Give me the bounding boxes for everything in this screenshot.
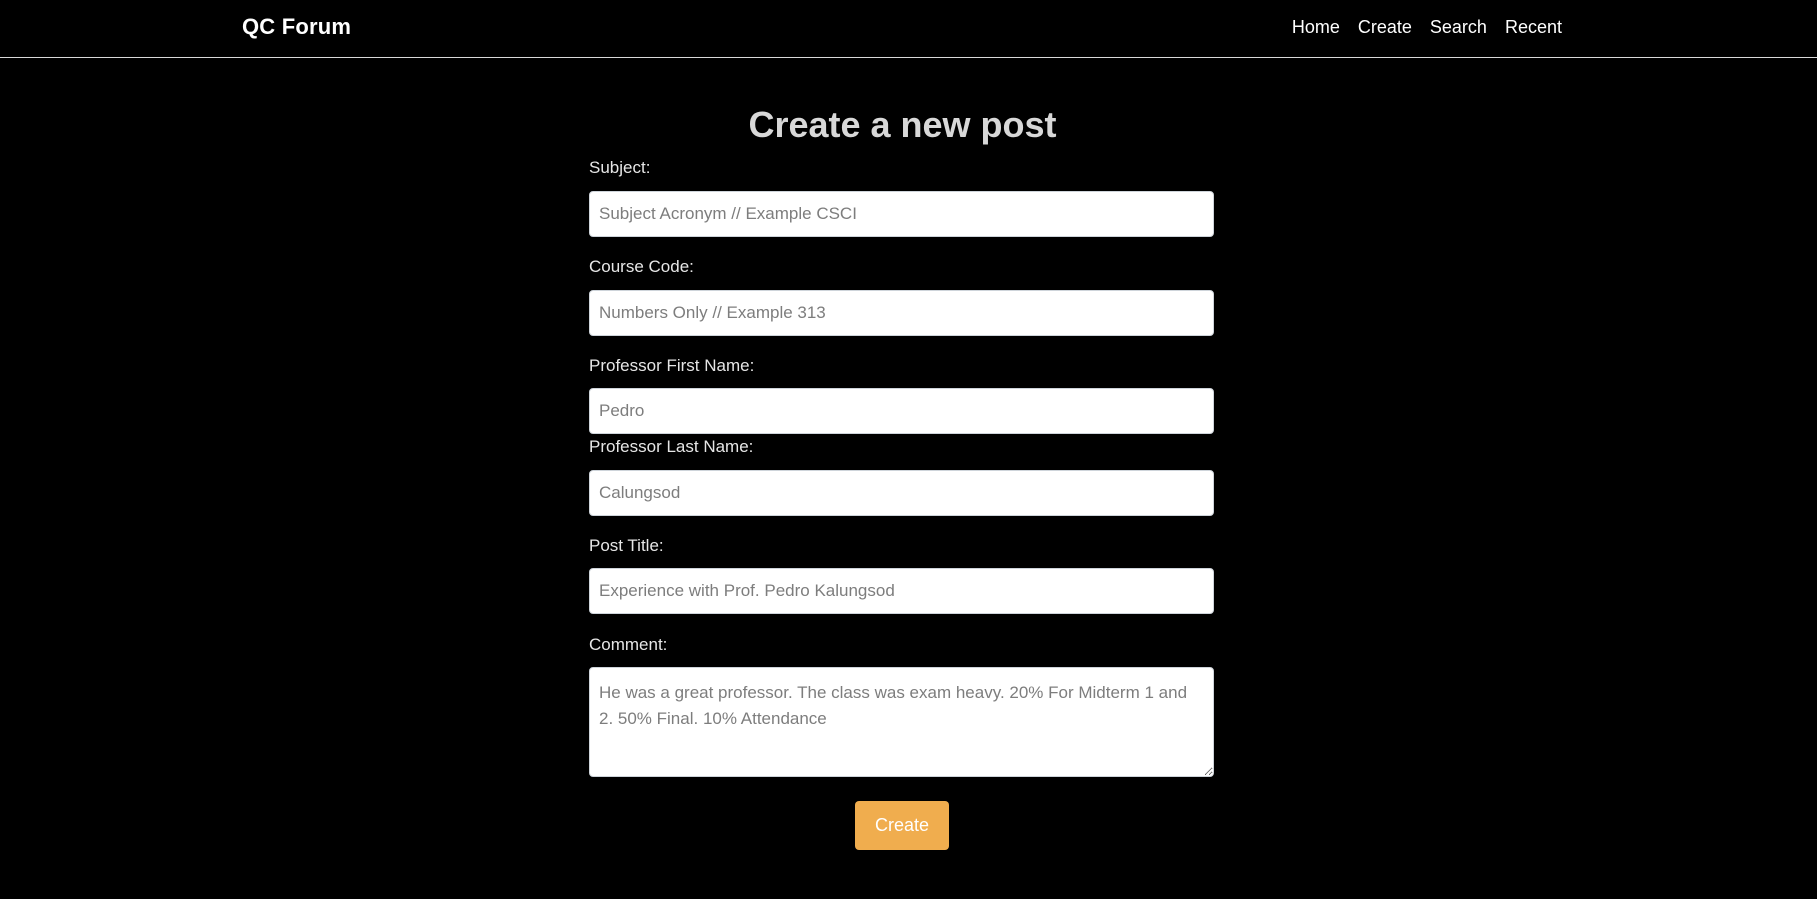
top-navbar: QC Forum Home Create Search Recent (0, 0, 1817, 58)
subject-input[interactable] (589, 191, 1214, 237)
course-code-label: Course Code: (589, 257, 694, 276)
brand-logo-link[interactable]: QC Forum (242, 14, 351, 40)
comment-textarea[interactable] (589, 667, 1214, 777)
subject-label: Subject: (589, 158, 651, 177)
professor-last-name-input[interactable] (589, 470, 1214, 516)
page-title: Create a new post (748, 104, 1057, 145)
create-button[interactable]: Create (855, 801, 949, 850)
professor-first-name-input[interactable] (589, 388, 1214, 434)
nav-link-home[interactable]: Home (1292, 17, 1340, 38)
nav-link-create[interactable]: Create (1358, 17, 1412, 38)
course-code-input[interactable] (589, 290, 1214, 336)
post-title-label: Post Title: (589, 536, 664, 555)
nav-link-recent[interactable]: Recent (1505, 17, 1562, 38)
comment-label: Comment: (589, 635, 668, 654)
post-title-input[interactable] (589, 568, 1214, 614)
nav-link-search[interactable]: Search (1430, 17, 1487, 38)
professor-last-name-label: Professor Last Name: (589, 437, 754, 456)
nav-links: Home Create Search Recent (1292, 17, 1562, 38)
professor-first-name-label: Professor First Name: (589, 356, 755, 375)
